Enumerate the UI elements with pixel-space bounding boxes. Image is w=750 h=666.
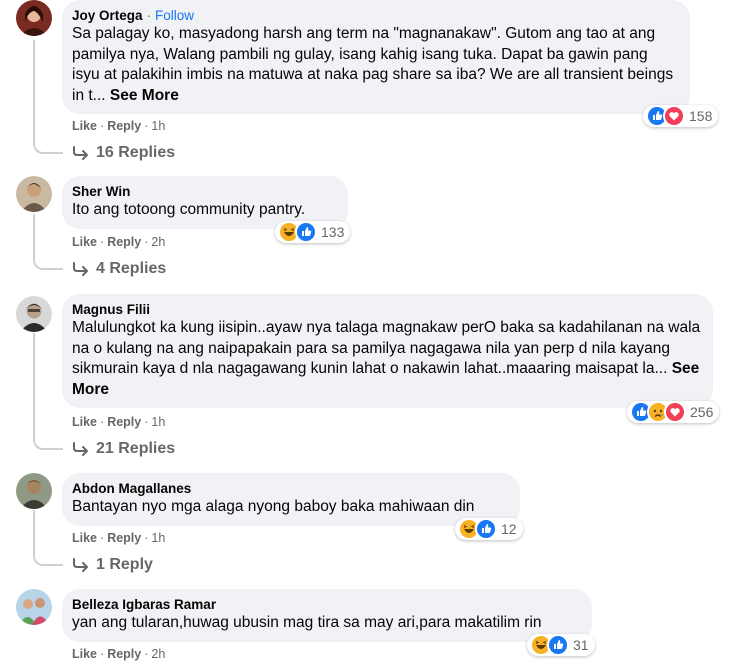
comment-actions: Like · Reply · 1h	[72, 414, 165, 430]
comment-body: Ito ang totoong community pantry.	[72, 201, 306, 218]
replies-label: 21 Replies	[96, 440, 176, 457]
comment-actions: Like · Reply · 2h	[72, 646, 165, 662]
like-button[interactable]: Like	[72, 415, 97, 429]
reaction-summary[interactable]: 256	[627, 401, 720, 423]
avatar[interactable]	[16, 473, 52, 509]
comment-body: Bantayan nyo mga alaga nyong baboy baka …	[72, 498, 475, 515]
reply-button[interactable]: Reply	[107, 531, 141, 545]
separator-dot: ·	[100, 235, 105, 249]
love-reaction-icon	[664, 401, 686, 423]
like-button[interactable]: Like	[72, 119, 97, 133]
comment-author[interactable]: Sher Win	[72, 183, 336, 200]
follow-link[interactable]: Follow	[155, 8, 194, 23]
reply-arrow-icon	[73, 146, 88, 160]
reply-connector	[33, 436, 63, 450]
separator-dot: ·	[100, 647, 105, 661]
comment-bubble: Magnus Filii Malulungkot ka kung iisipin…	[62, 294, 713, 408]
comment-actions: Like · Reply · 2h	[72, 234, 165, 250]
comment-bubble: Abdon Magallanes Bantayan nyo mga alaga …	[62, 473, 520, 526]
reply-button[interactable]: Reply	[107, 415, 141, 429]
comment-timestamp[interactable]: 1h	[151, 531, 165, 545]
thread-line	[33, 40, 35, 144]
reaction-count: 133	[321, 224, 345, 240]
reaction-count: 256	[690, 404, 714, 420]
comment-timestamp[interactable]: 2h	[151, 235, 165, 249]
replies-label: 4 Replies	[96, 260, 167, 277]
avatar[interactable]	[16, 589, 52, 625]
reaction-count: 31	[573, 637, 589, 653]
separator-dot: ·	[100, 119, 105, 133]
view-replies-button[interactable]: 21 Replies	[72, 440, 175, 458]
comment-text: Sa palagay ko, masyadong harsh ang term …	[72, 24, 678, 106]
comment-timestamp[interactable]: 2h	[151, 647, 165, 661]
reply-button[interactable]: Reply	[107, 235, 141, 249]
replies-label: 16 Replies	[96, 144, 176, 161]
replies-label: 1 Reply	[96, 556, 153, 573]
avatar[interactable]	[16, 0, 52, 36]
reply-connector	[33, 256, 63, 270]
separator-dot: ·	[100, 531, 105, 545]
reply-button[interactable]: Reply	[107, 647, 141, 661]
reaction-count: 12	[501, 521, 517, 537]
separator-dot: ·	[144, 531, 149, 545]
reply-arrow-icon	[73, 442, 88, 456]
view-replies-button[interactable]: 16 Replies	[72, 144, 175, 162]
comment-author[interactable]: Abdon Magallanes	[72, 480, 508, 497]
separator-dot: ·	[146, 8, 152, 23]
reply-connector	[33, 140, 63, 154]
comment-author: Joy Ortega · Follow	[72, 7, 678, 24]
avatar[interactable]	[16, 296, 52, 332]
thread-line	[33, 333, 35, 440]
reply-arrow-icon	[73, 262, 88, 276]
comment-timestamp[interactable]: 1h	[151, 415, 165, 429]
separator-dot: ·	[144, 415, 149, 429]
reply-connector	[33, 552, 63, 566]
separator-dot: ·	[144, 235, 149, 249]
comment-body: Malulungkot ka kung iisipin..ayaw nya ta…	[72, 319, 701, 377]
comment-bubble: Belleza Igbaras Ramar yan ang tularan,hu…	[62, 589, 592, 642]
comment-author[interactable]: Magnus Filii	[72, 301, 701, 318]
thread-line	[33, 214, 35, 260]
reaction-count: 158	[689, 108, 713, 124]
like-reaction-icon	[475, 518, 497, 540]
reply-arrow-icon	[73, 558, 88, 572]
separator-dot: ·	[144, 647, 149, 661]
comment-actions: Like · Reply · 1h	[72, 530, 165, 546]
separator-dot: ·	[144, 119, 149, 133]
comment-text: Malulungkot ka kung iisipin..ayaw nya ta…	[72, 318, 701, 400]
reaction-summary[interactable]: 158	[643, 105, 719, 127]
reply-button[interactable]: Reply	[107, 119, 141, 133]
reaction-summary[interactable]: 31	[527, 634, 595, 656]
comment-bubble: Joy Ortega · Follow Sa palagay ko, masyado…	[62, 0, 690, 114]
see-more-link[interactable]: See More	[110, 87, 179, 104]
avatar[interactable]	[16, 176, 52, 212]
reaction-summary[interactable]: 12	[455, 518, 523, 540]
thread-line	[33, 510, 35, 556]
reaction-summary[interactable]: 133	[275, 221, 351, 243]
comment-author[interactable]: Belleza Igbaras Ramar	[72, 596, 580, 613]
comment-actions: Like · Reply · 1h	[72, 118, 165, 134]
like-button[interactable]: Like	[72, 647, 97, 661]
like-reaction-icon	[295, 221, 317, 243]
love-reaction-icon	[663, 105, 685, 127]
comment-timestamp[interactable]: 1h	[151, 119, 165, 133]
view-replies-button[interactable]: 1 Reply	[72, 556, 153, 574]
like-button[interactable]: Like	[72, 235, 97, 249]
view-replies-button[interactable]: 4 Replies	[72, 260, 166, 278]
separator-dot: ·	[100, 415, 105, 429]
like-button[interactable]: Like	[72, 531, 97, 545]
author-name[interactable]: Joy Ortega	[72, 8, 143, 23]
like-reaction-icon	[547, 634, 569, 656]
comment-body: yan ang tularan,huwag ubusin mag tira sa…	[72, 614, 542, 631]
